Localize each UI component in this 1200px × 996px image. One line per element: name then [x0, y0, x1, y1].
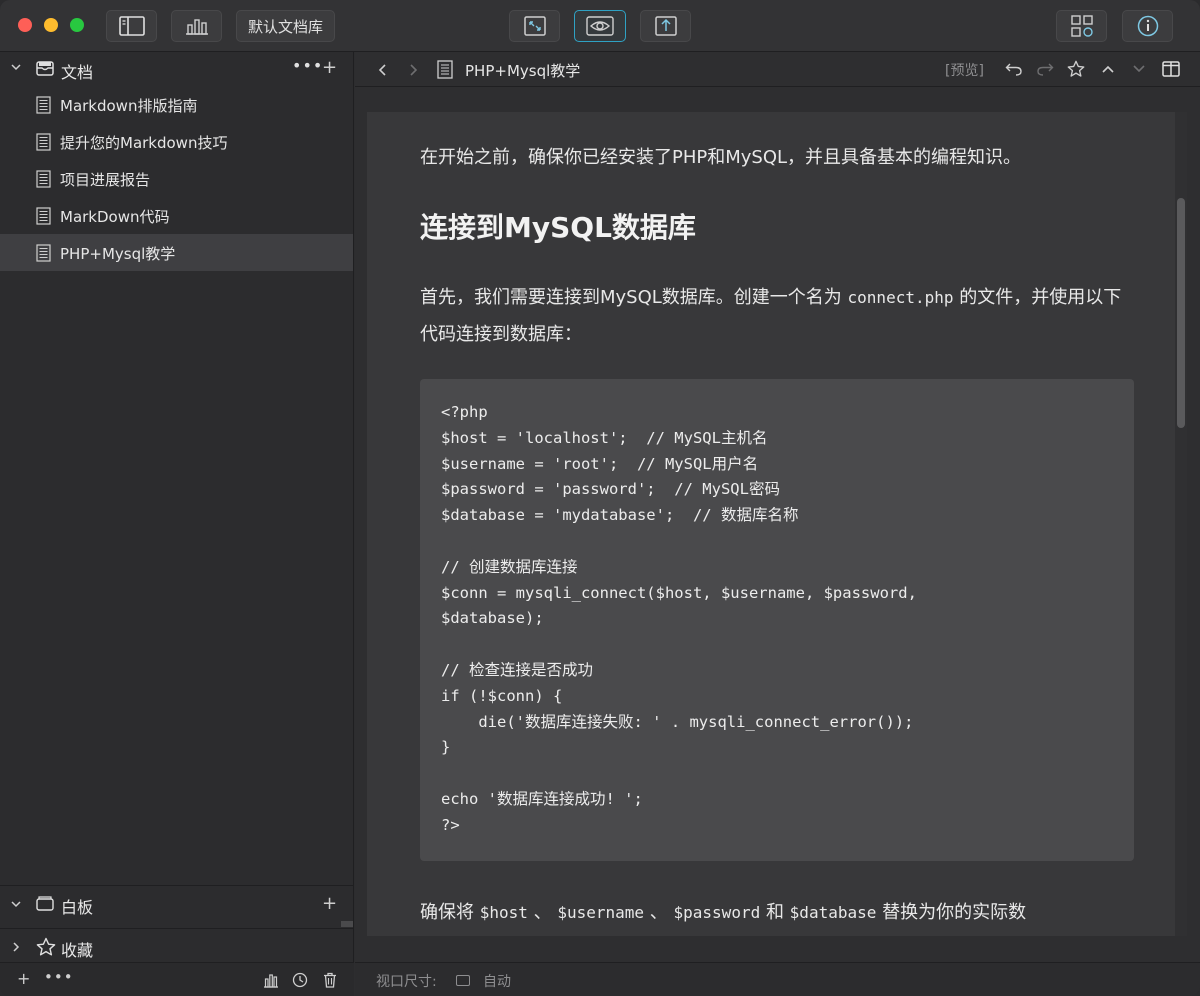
- sidebar-footer: + •••: [0, 962, 354, 996]
- section-heading: 连接到MySQL数据库: [420, 211, 696, 244]
- code-text: <?php $host = 'localhost'; // MySQL主机名 $…: [441, 403, 917, 834]
- more-options-button[interactable]: •••: [292, 56, 323, 75]
- chevron-up-icon[interactable]: [1101, 64, 1115, 74]
- inline-code: connect.php: [847, 288, 954, 307]
- favorites-label: 收藏: [61, 941, 94, 960]
- share-icon: [654, 16, 677, 36]
- document-list-item[interactable]: 项目进展报告: [0, 160, 353, 197]
- chevron-right-icon[interactable]: [10, 941, 22, 953]
- document-icon: [36, 133, 51, 151]
- close-window-button[interactable]: [18, 18, 32, 32]
- stats-button[interactable]: [171, 10, 222, 42]
- new-item-button[interactable]: +: [17, 969, 30, 988]
- instruction-paragraph: 首先，我们需要连接到MySQL数据库。创建一个名为 connect.php 的文…: [420, 279, 1134, 353]
- info-icon: [1137, 15, 1158, 37]
- library-button[interactable]: 默认文档库: [236, 10, 335, 42]
- preview-pane[interactable]: 在开始之前，确保你已经安装了PHP和MySQL，并且具备基本的编程知识。 连接到…: [367, 112, 1187, 936]
- star-icon: [36, 937, 56, 956]
- document-list-item-label: 提升您的Markdown技巧: [60, 134, 228, 152]
- whiteboard-label: 白板: [61, 898, 94, 917]
- add-document-button[interactable]: +: [322, 57, 337, 78]
- document-list-item-label: MarkDown代码: [60, 208, 170, 226]
- export-button[interactable]: [640, 10, 691, 42]
- eye-icon: [586, 16, 614, 36]
- viewport-size-label: 视口尺寸:: [376, 974, 437, 990]
- statistics-icon[interactable]: [263, 972, 279, 988]
- chevron-down-icon[interactable]: [10, 61, 22, 73]
- grid-icon: [1070, 15, 1093, 37]
- stats-icon: [185, 19, 208, 35]
- document-list-item-label: 项目进展报告: [60, 171, 151, 189]
- inbox-icon: [36, 61, 54, 76]
- document-icon: [36, 170, 51, 188]
- split-view-icon[interactable]: [1162, 61, 1180, 77]
- app-window: 默认文档库 文档 ••• + Markdown排版指南提升您的Markdown技…: [0, 0, 1200, 996]
- document-navbar: PHP+Mysql教学 [预览]: [355, 52, 1200, 87]
- sidebar: 文档 ••• + Markdown排版指南提升您的Markdown技巧 项目进展报…: [0, 52, 354, 996]
- viewport-icon: [456, 975, 470, 986]
- document-icon: [36, 207, 51, 225]
- redo-icon[interactable]: [1036, 62, 1054, 76]
- sidebar-toggle-button[interactable]: [106, 10, 157, 42]
- paragraph-text: 和: [760, 902, 790, 923]
- sidebar-toggle-icon: [118, 16, 145, 36]
- scroll-indicator: [341, 921, 353, 927]
- trash-icon[interactable]: [322, 972, 338, 988]
- document-list-item[interactable]: 提升您的Markdown技巧: [0, 123, 353, 160]
- maximize-window-button[interactable]: [70, 18, 84, 32]
- forward-icon[interactable]: [407, 63, 419, 77]
- inline-code: $host: [479, 903, 528, 922]
- document-list-item-label: Markdown排版指南: [60, 97, 198, 115]
- document-icon: [36, 96, 51, 114]
- chevron-down-icon[interactable]: [1132, 64, 1146, 74]
- history-icon[interactable]: [292, 972, 308, 988]
- document-list-item[interactable]: MarkDown代码: [0, 197, 353, 234]
- inline-code: $username: [557, 903, 645, 922]
- paragraph-text: 、: [527, 902, 558, 923]
- info-button[interactable]: [1122, 10, 1173, 42]
- title-bar: 默认文档库: [0, 0, 1200, 52]
- inline-code: $password: [673, 903, 761, 922]
- document-title: PHP+Mysql教学: [465, 62, 581, 80]
- documents-section-title: 文档: [61, 63, 94, 82]
- preview-mode-label[interactable]: [预览]: [945, 60, 984, 80]
- replace-note-paragraph: 确保将 $host 、 $username 、 $password 和 $dat…: [420, 898, 1026, 924]
- footer-more-button[interactable]: •••: [44, 968, 74, 986]
- focus-mode-button[interactable]: [509, 10, 560, 42]
- scrollbar-thumb[interactable]: [1177, 198, 1185, 428]
- back-icon[interactable]: [377, 63, 389, 77]
- star-icon[interactable]: [1067, 60, 1085, 78]
- document-list-item[interactable]: PHP+Mysql教学: [0, 234, 353, 271]
- code-block[interactable]: <?php $host = 'localhost'; // MySQL主机名 $…: [420, 379, 1134, 861]
- document-icon: [36, 244, 51, 262]
- undo-icon[interactable]: [1005, 62, 1023, 76]
- paragraph-text: 确保将: [420, 902, 480, 923]
- document-list-item-label: PHP+Mysql教学: [60, 245, 176, 263]
- paragraph-text: 、: [644, 902, 674, 923]
- status-bar: 视口尺寸: 自动: [355, 962, 1200, 996]
- widgets-button[interactable]: [1056, 10, 1107, 42]
- expand-icon: [523, 16, 546, 36]
- preview-toggle-button[interactable]: [574, 10, 626, 42]
- intro-paragraph: 在开始之前，确保你已经安装了PHP和MySQL，并且具备基本的编程知识。: [420, 147, 1022, 168]
- viewport-size-value[interactable]: 自动: [483, 971, 511, 991]
- document-list-item[interactable]: Markdown排版指南: [0, 86, 353, 123]
- chevron-down-icon[interactable]: [10, 898, 22, 910]
- paragraph-text: 替换为你的实际数: [876, 902, 1027, 923]
- minimize-window-button[interactable]: [44, 18, 58, 32]
- paragraph-text: 首先，我们需要连接到MySQL数据库。创建一个名为: [420, 287, 848, 308]
- add-whiteboard-button[interactable]: +: [322, 893, 337, 914]
- inline-code: $database: [789, 903, 877, 922]
- whiteboard-section[interactable]: 白板 +: [0, 885, 354, 925]
- whiteboard-icon: [36, 896, 54, 911]
- documents-section-header[interactable]: 文档 ••• +: [0, 52, 354, 86]
- main-panel: PHP+Mysql教学 [预览] 在开始之前，确保你已经安装了PHP和MySQL…: [355, 52, 1200, 996]
- document-icon: [437, 60, 453, 79]
